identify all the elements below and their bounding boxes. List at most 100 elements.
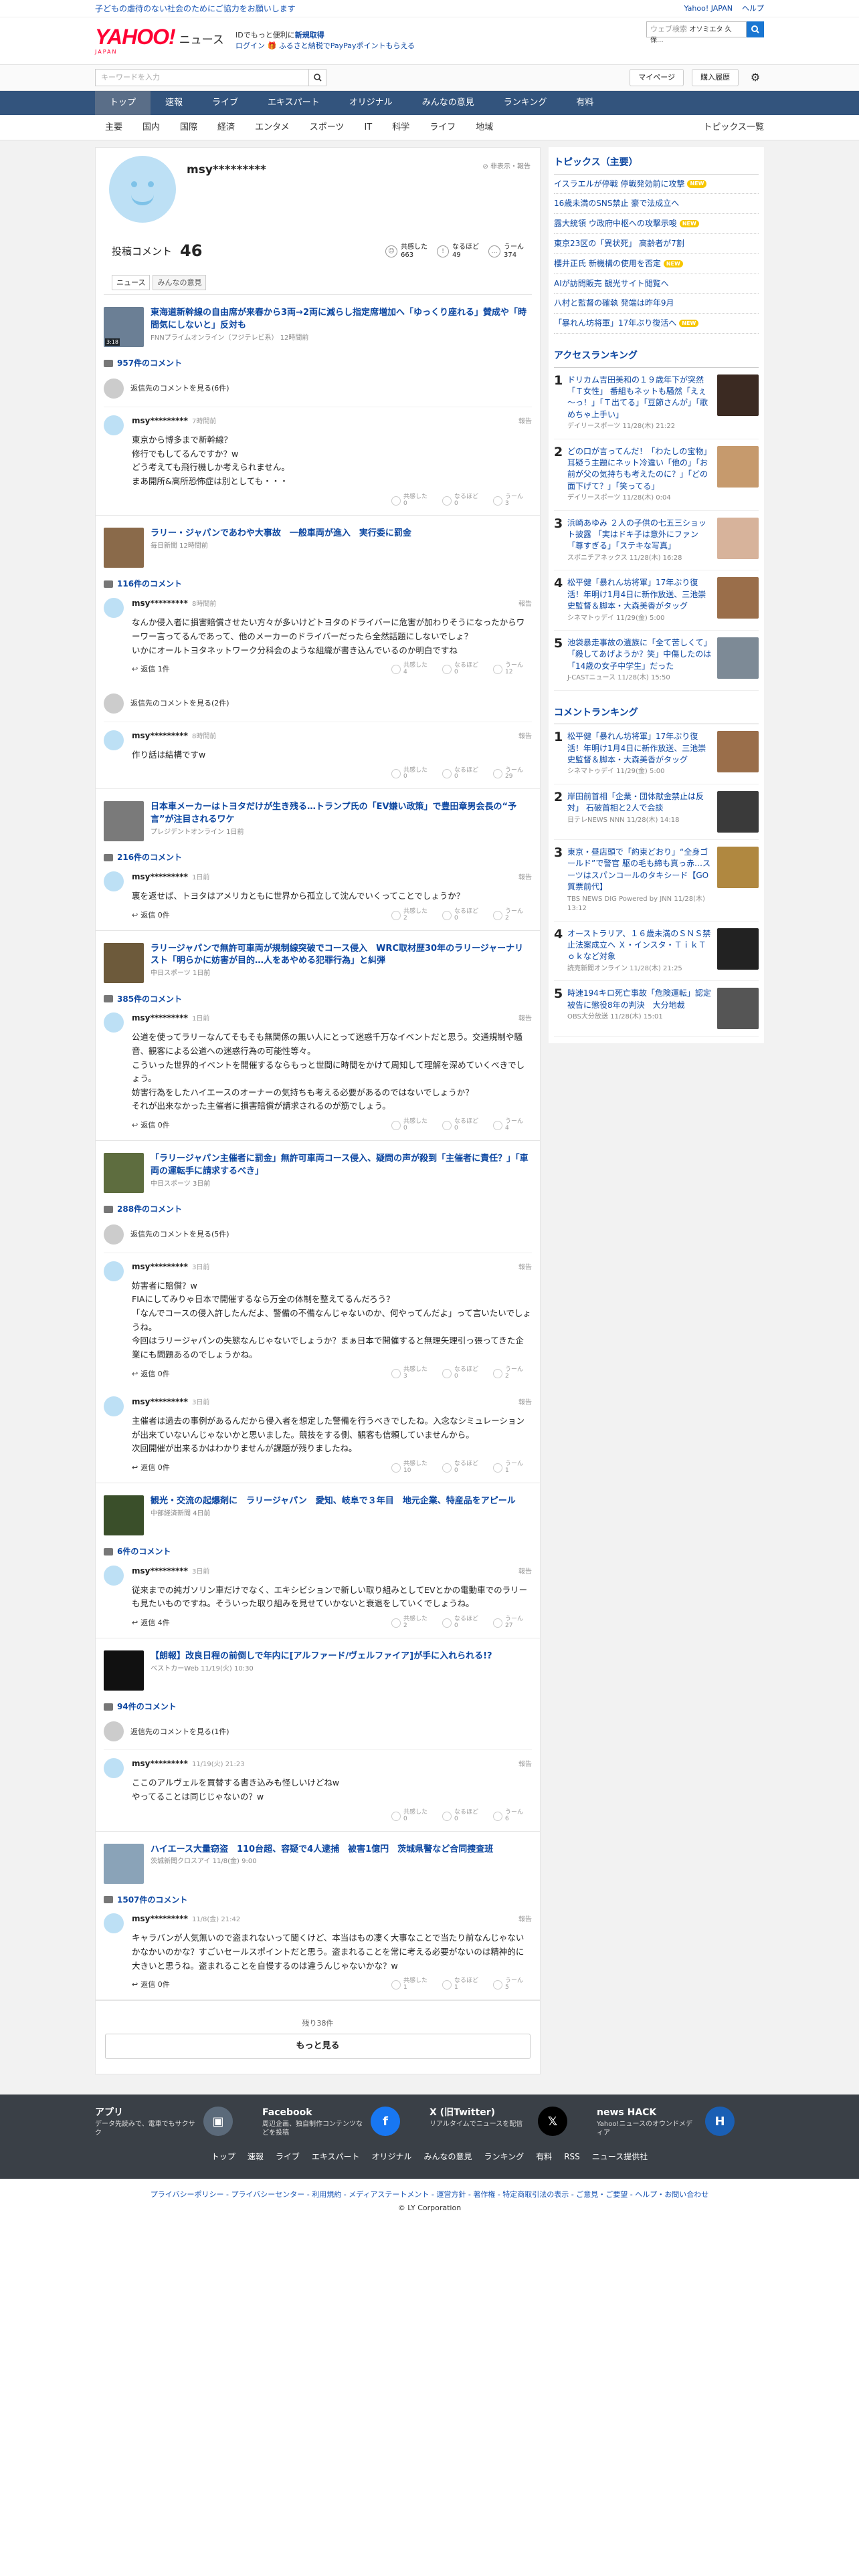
- tab-news[interactable]: ニュース: [112, 275, 151, 291]
- topic-item[interactable]: 16歳未満のSNS禁止 豪で法成立へ: [554, 194, 759, 215]
- topic-item[interactable]: 「暴れん坊将軍」17年ぶり復活へ NEW: [554, 314, 759, 334]
- web-search-input[interactable]: ウェブ検索 オソミエタ 久保...: [646, 21, 747, 44]
- reaction-button[interactable]: 共感した 2: [391, 1616, 430, 1630]
- footer-link[interactable]: オリジナル: [372, 2151, 412, 2163]
- reaction-button[interactable]: なるほど 1: [442, 1977, 481, 1992]
- reaction-button[interactable]: うーん 2: [493, 908, 532, 922]
- gnav-item-3[interactable]: エキスパート: [253, 91, 335, 115]
- cnav-item-9[interactable]: 地域: [466, 122, 503, 134]
- article-thumbnail[interactable]: [104, 1650, 144, 1691]
- mypage-button[interactable]: マイページ: [630, 69, 684, 86]
- report-link[interactable]: 報告: [518, 417, 532, 427]
- reaction-button[interactable]: うーん 4: [493, 1118, 532, 1132]
- ranking-item[interactable]: 3 浜崎あゆみ ２人の子供の七五三ショット披露 「実はドキ子は意外にファン「尊すぎ…: [554, 511, 759, 571]
- reaction-button[interactable]: うーん 5: [493, 1977, 532, 1992]
- reaction-button[interactable]: なるほど 0: [442, 1616, 481, 1630]
- comment-count-link[interactable]: 288件のコメント: [104, 1204, 532, 1215]
- footer-link[interactable]: ニュース提供社: [592, 2151, 648, 2163]
- article-thumbnail[interactable]: [104, 1152, 144, 1193]
- gnav-item-7[interactable]: 有料: [561, 91, 608, 115]
- reaction-button[interactable]: うーん 27: [493, 1616, 532, 1630]
- commenter-name[interactable]: msy*********: [132, 871, 188, 883]
- footer-link[interactable]: みんなの意見: [424, 2151, 472, 2163]
- comment-count-link[interactable]: 216件のコメント: [104, 852, 532, 863]
- more-button[interactable]: もっと見る: [105, 2034, 531, 2060]
- article-title[interactable]: ラリー・ジャパンであわや大事故 一般車両が進入 実行委に罰金: [151, 528, 411, 540]
- report-link[interactable]: 報告: [518, 1568, 532, 1577]
- commenter-name[interactable]: msy*********: [132, 1913, 188, 1925]
- ranking-item[interactable]: 2 岸田前首相「企業・団体献金禁止は反対」 石破首相と2人で会談 日テレNEWS N…: [554, 784, 759, 840]
- article-thumbnail[interactable]: [104, 1495, 144, 1535]
- reaction-button[interactable]: なるほど 0: [442, 908, 481, 922]
- report-link[interactable]: 報告: [518, 732, 532, 742]
- footer-link[interactable]: トップ: [211, 2151, 235, 2163]
- topic-item[interactable]: イスラエルが停戦 停戦発効前に攻撃 NEW: [554, 175, 759, 195]
- topic-item[interactable]: 東京23区の「異状死」 高齢者が7割: [554, 234, 759, 254]
- topics-list-link[interactable]: トピックス一覧: [693, 122, 764, 134]
- help-link[interactable]: ヘルプ: [742, 3, 764, 13]
- reaction-button[interactable]: なるほど 0: [442, 1461, 481, 1475]
- report-link[interactable]: 報告: [518, 1014, 532, 1024]
- article-thumbnail[interactable]: 3:18: [104, 307, 144, 348]
- reaction-button[interactable]: 共感した 10: [391, 1461, 430, 1475]
- reaction-button[interactable]: 共感した 0: [391, 767, 430, 781]
- ranking-item[interactable]: 4 オーストラリア、１６歳未満のＳＮＳ禁止法案成立へ Ｘ・インスタ・ＴｉｋＴｏｋな…: [554, 922, 759, 982]
- article-title[interactable]: 観光・交流の起爆剤に ラリージャパン 愛知、岐阜で３年目 地元企業、特産品をアピ…: [151, 1495, 516, 1508]
- comment-count-link[interactable]: 1507件のコメント: [104, 1895, 532, 1906]
- gnav-item-1[interactable]: 速報: [151, 91, 197, 115]
- comment-count-link[interactable]: 957件のコメント: [104, 358, 532, 369]
- app-promo[interactable]: X (旧Twitter) リアルタイムでニュースを配信 𝕏: [430, 2107, 597, 2138]
- reaction-button[interactable]: うーん 3: [493, 494, 532, 508]
- hide-report-link[interactable]: ⊘ 非表示・報告: [482, 163, 531, 172]
- parent-comment-link[interactable]: 返信先のコメントを見る(2件): [104, 693, 532, 722]
- reaction-button[interactable]: 共感した 0: [391, 494, 430, 508]
- reaction-button[interactable]: 共感した 0: [391, 1118, 430, 1132]
- furusato-link[interactable]: ふるさと納税でPayPayポイントもらえる: [279, 41, 415, 50]
- reaction-button[interactable]: 共感した 2: [391, 908, 430, 922]
- footer-link[interactable]: ランキング: [484, 2151, 524, 2163]
- reply-button[interactable]: ↩ 返信 4件: [132, 1618, 170, 1628]
- topic-item[interactable]: 八村と監督の確執 発端は昨年9月: [554, 294, 759, 314]
- article-title[interactable]: ハイエース大量窃盗 110台超、容疑で4人逮捕 被害1億円 茨城県警など合同捜査…: [151, 1844, 493, 1856]
- gear-icon[interactable]: ⚙: [747, 69, 764, 86]
- commenter-name[interactable]: msy*********: [132, 598, 188, 609]
- app-promo[interactable]: アプリ データ先読みで、電車でもサクサク ▣: [95, 2107, 262, 2138]
- reaction-button[interactable]: なるほど 0: [442, 1118, 481, 1132]
- reaction-button[interactable]: 共感した 1: [391, 1977, 430, 1992]
- app-promo[interactable]: news HACK Yahoo!ニュースのオウンドメディア H: [597, 2107, 764, 2138]
- reaction-button[interactable]: 共感した 3: [391, 1367, 430, 1380]
- gnav-item-6[interactable]: ランキング: [489, 91, 562, 115]
- topic-item[interactable]: AIが訪問販売 観光サイト閲覧へ: [554, 274, 759, 294]
- footer-link[interactable]: ライブ: [276, 2151, 300, 2163]
- parent-comment-link[interactable]: 返信先のコメントを見る(5件): [104, 1224, 532, 1253]
- reaction-button[interactable]: なるほど 0: [442, 662, 481, 676]
- gnav-item-4[interactable]: オリジナル: [335, 91, 407, 115]
- reply-button[interactable]: ↩ 返信 0件: [132, 1979, 170, 1990]
- article-title[interactable]: 【朗報】改良日程の前倒しで年内に[アルファード/ヴェルファイア]が手に入れられる…: [151, 1650, 492, 1663]
- cnav-item-3[interactable]: 経済: [207, 122, 245, 134]
- article-title[interactable]: 日本車メーカーはトヨタだけが生き残る…トランプ氏の「EV嫌い政策」で豊田章男会長…: [151, 801, 532, 827]
- commenter-name[interactable]: msy*********: [132, 1396, 188, 1408]
- yahoo-japan-link[interactable]: Yahoo! JAPAN: [684, 3, 733, 13]
- cnav-item-8[interactable]: ライフ: [419, 122, 466, 134]
- reply-button[interactable]: ↩ 返信 0件: [132, 910, 170, 920]
- reaction-button[interactable]: なるほど 0: [442, 767, 481, 781]
- gnav-item-2[interactable]: ライブ: [197, 91, 253, 115]
- reply-button[interactable]: ↩ 返信 0件: [132, 1120, 170, 1130]
- tab-opinions[interactable]: みんなの意見: [153, 275, 207, 291]
- report-link[interactable]: 報告: [518, 873, 532, 883]
- reaction-button[interactable]: なるほど 0: [442, 1809, 481, 1823]
- cnav-item-5[interactable]: スポーツ: [300, 122, 355, 134]
- reaction-button[interactable]: なるほど 0: [442, 494, 481, 508]
- ranking-item[interactable]: 3 東京・昼店頭で「約束どおり」“全身ゴールド”で警官 駆の毛も締も真っ赤…スーツ…: [554, 840, 759, 922]
- gnav-item-5[interactable]: みんなの意見: [407, 91, 489, 115]
- report-link[interactable]: 報告: [518, 1915, 532, 1925]
- reaction-button[interactable]: うーん 29: [493, 767, 532, 781]
- article-thumbnail[interactable]: [104, 942, 144, 983]
- article-title[interactable]: 「ラリージャパン主催者に罰金」無許可車両コース侵入、疑問の声が殺到「主催者に責任…: [151, 1153, 532, 1178]
- reaction-button[interactable]: うーん 12: [493, 662, 532, 676]
- notice-link[interactable]: 子どもの虐待のない社会のためにご協力をお願いします: [95, 3, 296, 15]
- reaction-button[interactable]: 共感した 4: [391, 662, 430, 676]
- report-link[interactable]: 報告: [518, 1263, 532, 1273]
- reply-button[interactable]: ↩ 返信 0件: [132, 1369, 170, 1379]
